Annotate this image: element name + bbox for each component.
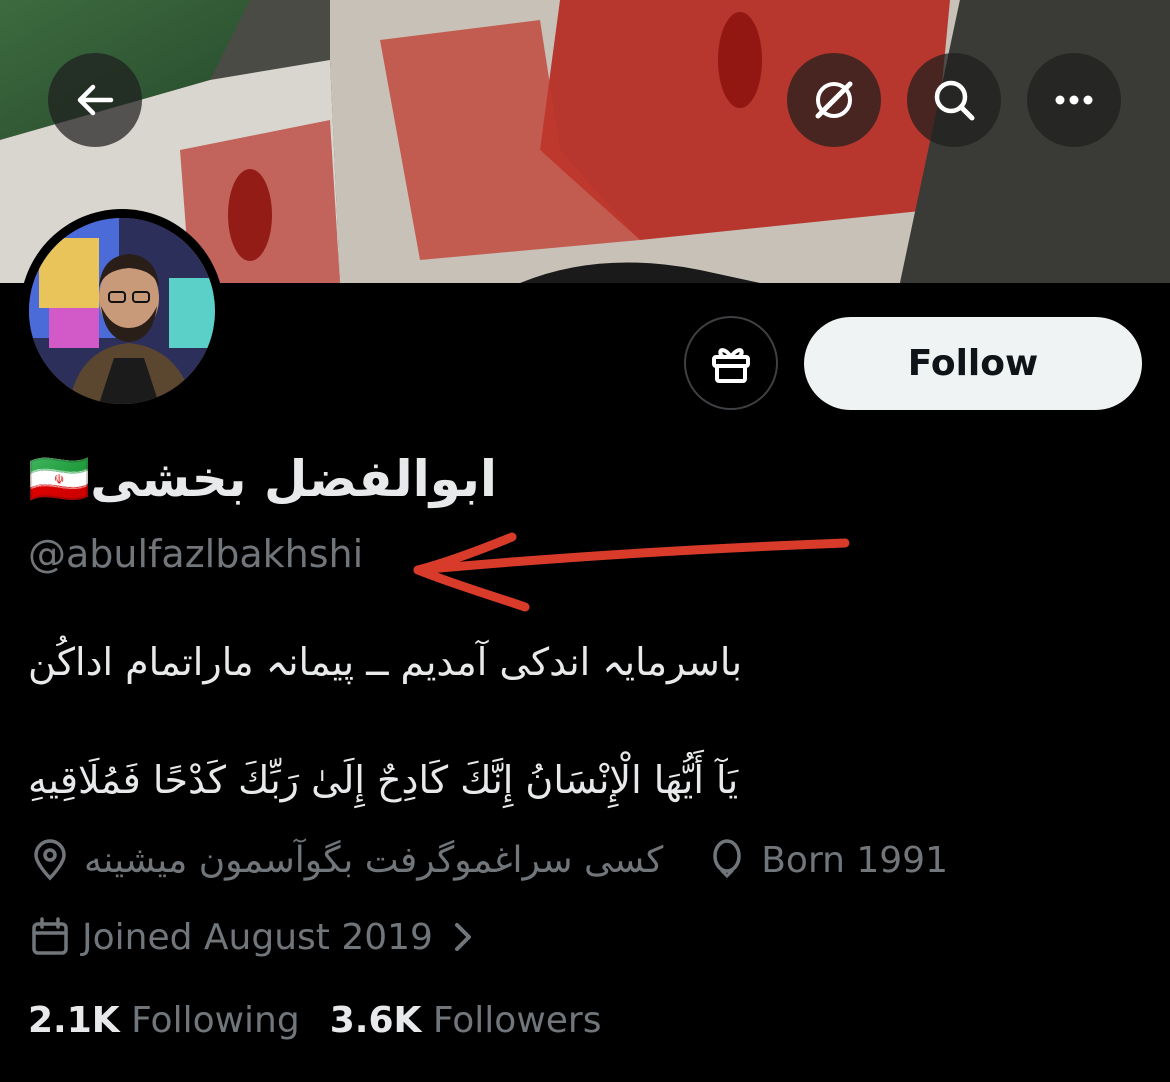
profile-stats: 2.1K Following 3.6K Followers [28,1000,601,1041]
more-button[interactable] [1027,53,1121,147]
following-label: Following [131,1000,300,1041]
calendar-icon [32,917,68,955]
more-horizontal-icon [1055,95,1093,105]
bio-line-2: يَآ أَيُّهَا الْإِنْسَانُ إِنَّكَ كَادِح… [28,758,739,802]
birth-text: Born 1991 [761,839,948,881]
gift-button[interactable] [684,316,778,410]
followers-label: Followers [432,1000,602,1041]
display-name: ابوالفضل بخشی🇮🇷 [28,450,498,508]
joined-row[interactable]: Joined August 2019 [28,915,479,959]
profile-meta: کسی سراغموگرفت بگوآسمون میشینه Born 1991 [28,838,948,882]
search-icon [934,80,975,121]
grok-button[interactable] [787,53,881,147]
follow-button[interactable]: Follow [804,317,1142,410]
avatar[interactable] [20,209,224,413]
arrow-left-icon [77,84,114,116]
chevron-right-icon [454,923,471,951]
back-button[interactable] [48,53,142,147]
search-button[interactable] [907,53,1001,147]
avatar-image [29,218,215,404]
following-count: 2.1K [28,1000,120,1041]
bio-line-1: باسرمایہ اندکی آمدیم ــ پیمانہ ماراتمام … [28,640,743,684]
joined-text: Joined August 2019 [82,916,433,958]
followers-count: 3.6K [329,1000,422,1041]
followers-stat[interactable]: 3.6K Followers [330,1000,602,1041]
balloon-icon [713,839,741,879]
location-text: کسی سراغموگرفت بگوآسمون میشینه [84,839,664,881]
annotation-arrow [413,532,850,612]
gift-icon [712,348,750,383]
following-stat[interactable]: 2.1K Following [28,1000,300,1041]
location-icon [34,839,66,881]
user-handle: @abulfazlbakhshi [28,532,364,576]
grok-icon [815,81,853,119]
